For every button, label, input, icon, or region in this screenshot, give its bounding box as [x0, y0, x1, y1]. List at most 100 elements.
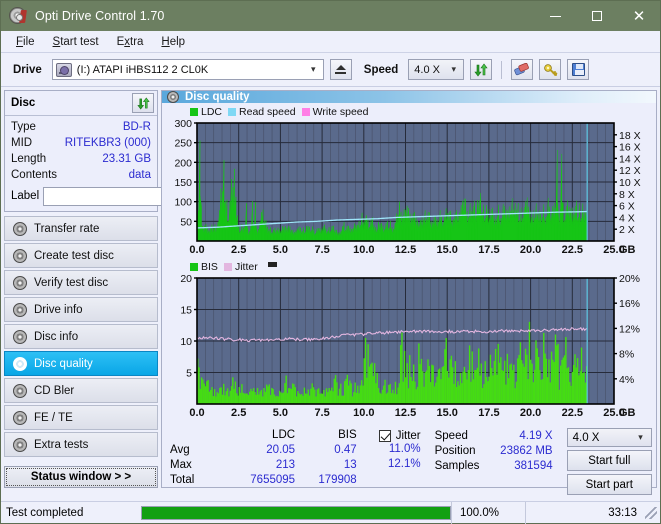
legend-item-write-speed: Write speed	[301, 106, 369, 118]
svg-text:17.5: 17.5	[478, 244, 499, 256]
legend-label: Jitter	[234, 261, 258, 273]
status-window-button[interactable]: Status window > >	[4, 466, 158, 488]
close-icon[interactable]: ✕	[618, 1, 660, 31]
legend-swatch	[190, 108, 198, 116]
refresh-icon	[474, 63, 488, 76]
sidebar-item-label: Disc info	[34, 330, 79, 343]
cell-max-jitter: 12.1%	[388, 458, 421, 470]
row-label-max: Max	[170, 459, 192, 471]
svg-text:5: 5	[186, 368, 192, 380]
resize-grip-icon[interactable]	[645, 506, 657, 519]
erase-button[interactable]	[511, 59, 534, 80]
sidebar-item-label: Drive info	[34, 303, 83, 316]
bottom-chart-svg: 5 10 15 20 4% 8% 12% 16% 20% 0.0 2.5 5.0 7.5 10.0 12.5…	[180, 274, 640, 419]
sidebar-item-verify-test-disc[interactable]: Verify test disc	[4, 270, 158, 295]
speed-row: Speed 4.19 X	[435, 428, 553, 443]
jitter-checkbox[interactable]	[378, 429, 391, 442]
disc-row-value: BD-R	[122, 121, 151, 133]
disc-icon	[13, 275, 27, 290]
sidebar-item-drive-info[interactable]: Drive info	[4, 297, 158, 322]
title-bar: Opti Drive Control 1.70 ✕	[1, 1, 660, 31]
jitter-column: Jitter 11.0% 12.1%	[378, 428, 421, 495]
svg-text:10.0: 10.0	[353, 407, 374, 419]
cell-total-ldc: 7655095	[250, 474, 296, 486]
svg-text:16 X: 16 X	[619, 142, 641, 154]
floppy-save-icon	[571, 63, 585, 76]
sidebar-item-transfer-rate[interactable]: Transfer rate	[4, 216, 158, 241]
drive-select[interactable]: (I:) ATAPI iHBS112 2 CL0K ▾	[51, 59, 324, 80]
sidebar-item-disc-info[interactable]: Disc info	[4, 324, 158, 349]
cell-max-bis: 13	[343, 459, 357, 471]
menu-extra[interactable]: Extra	[108, 33, 153, 51]
menu-bar: FFileile Start test Extra Help	[1, 31, 660, 53]
disc-row-key: Length	[11, 153, 47, 165]
svg-text:50: 50	[180, 216, 192, 228]
cell-avg-jitter: 11.0%	[388, 443, 421, 455]
disc-row-value: 23.31 GB	[102, 153, 151, 165]
disc-row-key: Contents	[11, 169, 58, 181]
svg-text:6 X: 6 X	[619, 201, 635, 213]
svg-text:17.5: 17.5	[478, 407, 499, 419]
svg-text:250: 250	[174, 138, 192, 150]
minimize-button[interactable]	[534, 1, 576, 31]
drive-select-value: (I:) ATAPI iHBS112 2 CL0K	[76, 63, 209, 76]
top-chart-legend: LDC Read speed Write speed	[164, 105, 654, 119]
svg-text:20: 20	[180, 274, 192, 285]
legend-label: Write speed	[312, 106, 369, 118]
disc-icon	[13, 329, 27, 344]
bottom-chart[interactable]: 5 10 15 20 4% 8% 12% 16% 20% 0.0 2.5 5.0 7.5 10.0 12.5…	[164, 274, 654, 422]
bitsetting-button[interactable]	[539, 59, 562, 80]
progress-bar	[141, 505, 451, 520]
sidebar-item-extra-tests[interactable]: Extra tests	[4, 432, 158, 457]
menu-file[interactable]: FFileile	[7, 33, 44, 51]
disc-row-length: Length 23.31 GB	[11, 151, 151, 167]
sidebar: Disc Type BD-R MID RITEKBR3 (000) Length…	[4, 90, 246, 488]
jitter-header: Jitter	[378, 428, 421, 443]
cell-max-ldc: 213	[275, 459, 296, 471]
start-part-button[interactable]: Start part	[566, 474, 652, 495]
toolbar: Drive (I:) ATAPI iHBS112 2 CL0K ▾ Speed …	[1, 53, 660, 87]
sidebar-item-disc-quality[interactable]: Disc quality	[4, 351, 158, 376]
sidebar-item-create-test-disc[interactable]: Create test disc	[4, 243, 158, 268]
start-full-button[interactable]: Start full	[566, 450, 652, 471]
save-button[interactable]	[567, 59, 590, 80]
svg-text:10: 10	[180, 336, 192, 348]
progress-percent: 100.0%	[451, 501, 525, 524]
status-bar: Test completed 100.0% 33:13	[1, 501, 660, 524]
refresh-button[interactable]	[470, 59, 493, 80]
menu-start-test[interactable]: Start test	[44, 33, 108, 51]
svg-text:12%: 12%	[619, 323, 640, 335]
samples-row: Samples 381594	[435, 458, 553, 473]
svg-text:300: 300	[174, 119, 192, 130]
legend-item-jitter: Jitter	[223, 261, 258, 273]
disc-refresh-button[interactable]	[132, 93, 154, 113]
svg-text:0.0: 0.0	[189, 407, 204, 419]
menu-help[interactable]: Help	[152, 33, 194, 51]
svg-text:0.0: 0.0	[189, 244, 204, 256]
scrollbar-marker	[267, 261, 277, 267]
speed-select[interactable]: 4.0 X ▾	[408, 59, 465, 80]
svg-text:15: 15	[180, 305, 192, 317]
svg-text:7.5: 7.5	[314, 244, 329, 256]
maximize-button[interactable]	[576, 1, 618, 31]
svg-text:2.5: 2.5	[231, 407, 246, 419]
toolbar-divider	[501, 60, 503, 79]
legend-label: BIS	[201, 261, 218, 273]
sidebar-item-cd-bler[interactable]: CD Bler	[4, 378, 158, 403]
disc-row-key: Type	[11, 121, 36, 133]
sidebar-item-fe-te[interactable]: FE / TE	[4, 405, 158, 430]
test-speed-value: 4.0 X	[572, 431, 600, 444]
app-disc-icon	[9, 7, 27, 25]
eject-button[interactable]	[329, 59, 352, 80]
svg-text:12.5: 12.5	[395, 244, 416, 256]
disc-label-key: Label	[11, 190, 40, 202]
table-row: Max 213 13	[170, 458, 357, 473]
svg-text:2 X: 2 X	[619, 224, 635, 236]
sidebar-item-label: Transfer rate	[34, 222, 100, 235]
sidebar-item-label: Create test disc	[34, 249, 114, 262]
app-window: Opti Drive Control 1.70 ✕ FFileile Start…	[0, 0, 661, 524]
main-body: Disc Type BD-R MID RITEKBR3 (000) Length…	[1, 87, 660, 495]
test-speed-select[interactable]: 4.0 X ▾	[566, 428, 652, 447]
disc-row-key: MID	[11, 137, 33, 149]
top-chart[interactable]: 50 100 150 200 250 300 2 X4 X6 X8 X 10 X 12 X 14 …	[164, 119, 654, 259]
